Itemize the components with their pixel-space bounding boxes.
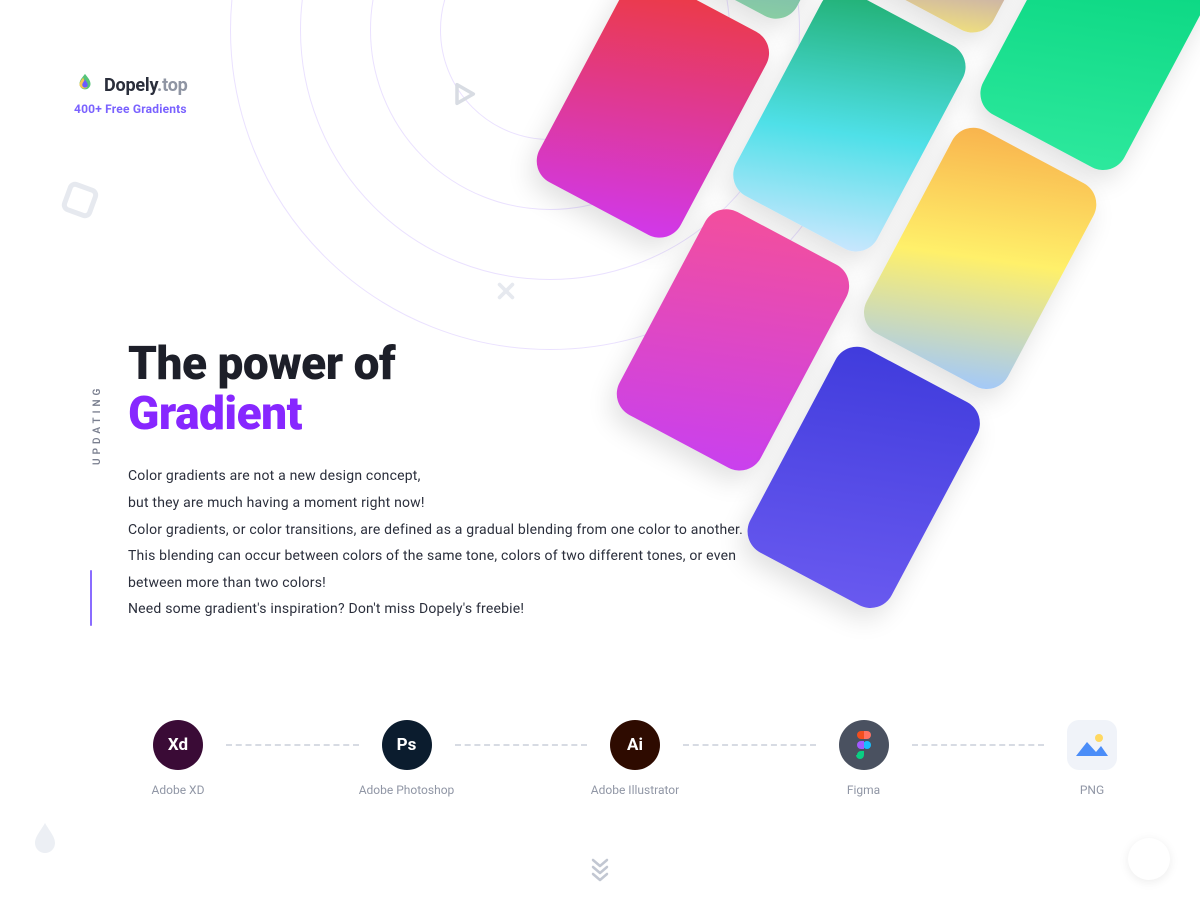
- tool-label: Adobe Photoshop: [359, 782, 455, 799]
- tool-adobe-xd[interactable]: Xd Adobe XD: [130, 720, 226, 799]
- tool-adobe-illustrator[interactable]: Ai Adobe Illustrator: [587, 720, 683, 799]
- scroll-chevrons-icon[interactable]: [591, 861, 609, 882]
- adobe-illustrator-icon: Ai: [610, 720, 660, 770]
- hero-body: Color gradients are not a new design con…: [128, 463, 748, 623]
- square-icon: [54, 174, 105, 225]
- triangle-icon: [450, 80, 478, 108]
- logo-icon: [74, 72, 96, 98]
- connector-line: [455, 744, 588, 746]
- figma-icon: [839, 720, 889, 770]
- tool-png[interactable]: PNG: [1044, 720, 1140, 799]
- adobe-photoshop-icon: Ps: [382, 720, 432, 770]
- connector-line: [683, 744, 816, 746]
- tool-label: Figma: [847, 782, 880, 799]
- tool-label: Adobe Illustrator: [591, 782, 679, 799]
- tool-figma[interactable]: Figma: [816, 720, 912, 799]
- tools-row: Xd Adobe XD Ps Adobe Photoshop Ai Adobe …: [130, 720, 1140, 799]
- floating-circle: [1128, 838, 1170, 880]
- connector-line: [912, 744, 1045, 746]
- droplet-icon: [30, 820, 60, 856]
- brand-header: Dopely.top 400+ Free Gradients: [74, 72, 188, 116]
- adobe-xd-icon: Xd: [153, 720, 203, 770]
- tool-adobe-photoshop[interactable]: Ps Adobe Photoshop: [359, 720, 455, 799]
- updating-label: UPDATING: [92, 385, 103, 465]
- brand-name: Dopely.top: [104, 75, 188, 96]
- tool-label: Adobe XD: [152, 782, 205, 799]
- updating-accent-line: [90, 570, 92, 626]
- png-icon: [1067, 720, 1117, 770]
- brand-tagline: 400+ Free Gradients: [74, 102, 188, 116]
- connector-line: [226, 744, 359, 746]
- tool-label: PNG: [1080, 782, 1104, 799]
